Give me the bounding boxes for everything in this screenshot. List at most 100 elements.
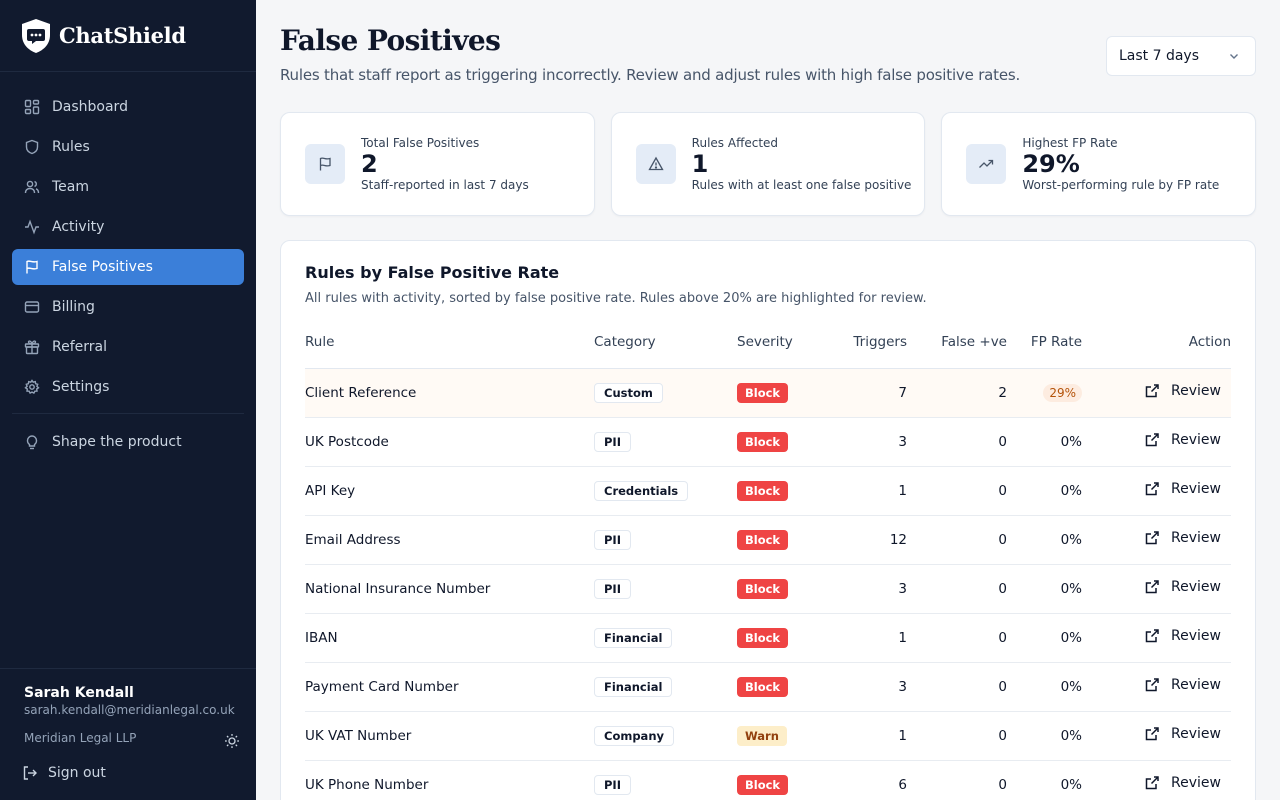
- review-button[interactable]: Review: [1144, 726, 1231, 742]
- external-link-icon: [1145, 628, 1159, 642]
- date-range-value: Last 7 days: [1119, 48, 1200, 64]
- date-range-select[interactable]: Last 7 days: [1106, 36, 1256, 76]
- column-header-severity[interactable]: Severity: [737, 332, 827, 369]
- stats-row: Total False Positives 2 Staff-reported i…: [280, 112, 1257, 216]
- column-header-triggers[interactable]: Triggers: [827, 332, 907, 369]
- category-badge: PII: [594, 431, 631, 452]
- category-badge: PII: [594, 578, 631, 599]
- external-link-icon: [1145, 481, 1159, 495]
- review-button[interactable]: Review: [1144, 432, 1231, 448]
- false-positive-count: 0: [907, 613, 1007, 663]
- flag-icon: [319, 157, 331, 171]
- review-label: Review: [1171, 480, 1221, 497]
- severity-badge: Block: [737, 382, 789, 403]
- sidebar-item-dashboard[interactable]: Dashboard: [12, 89, 244, 125]
- review-label: Review: [1171, 676, 1221, 693]
- trending-up-icon: [979, 159, 994, 168]
- rule-name: UK VAT Number: [305, 711, 594, 761]
- sign-out-button[interactable]: Sign out: [22, 765, 232, 781]
- triggers-count: 12: [827, 515, 907, 565]
- table-row: UK Postcode PII Block 3 0 0% Review: [305, 417, 1231, 467]
- fp-rate: 0%: [1007, 662, 1082, 712]
- brand-name: ChatShield: [59, 23, 186, 48]
- column-header-rule[interactable]: Rule: [305, 332, 594, 369]
- table-row: Email Address PII Block 12 0 0% Review: [305, 515, 1231, 565]
- severity-badge: Block: [737, 480, 789, 501]
- category-badge: PII: [594, 774, 631, 795]
- external-link-icon: [1145, 677, 1159, 691]
- sun-icon[interactable]: [224, 733, 240, 749]
- user-panel: Sarah Kendall sarah.kendall@meridianlega…: [0, 668, 256, 800]
- review-label: Review: [1171, 627, 1221, 644]
- sidebar-item-settings[interactable]: Settings: [12, 369, 244, 405]
- sidebar-item-activity[interactable]: Activity: [12, 209, 244, 245]
- triggers-count: 6: [827, 760, 907, 800]
- stat-desc: Worst-performing rule by FP rate: [1022, 178, 1220, 192]
- sidebar-item-false-positives[interactable]: False Positives: [12, 249, 244, 285]
- gift-icon: [24, 340, 40, 355]
- review-label: Review: [1171, 774, 1221, 791]
- severity-badge: Warn: [737, 725, 787, 746]
- triggers-count: 3: [827, 564, 907, 614]
- review-button[interactable]: Review: [1144, 775, 1231, 791]
- review-button[interactable]: Review: [1144, 677, 1231, 693]
- page-subtitle: Rules that staff report as triggering in…: [280, 66, 1021, 84]
- sidebar-item-label: Team: [52, 179, 90, 195]
- sidebar-item-team[interactable]: Team: [12, 169, 244, 205]
- rule-name: Email Address: [305, 515, 594, 565]
- sidebar-item-label: Rules: [52, 139, 90, 155]
- sidebar-item-billing[interactable]: Billing: [12, 289, 244, 325]
- fp-rate: 0%: [1007, 613, 1082, 663]
- sidebar-item-rules[interactable]: Rules: [12, 129, 244, 165]
- nav-divider: [12, 413, 244, 414]
- sidebar-item-shape-the-product[interactable]: Shape the product: [12, 424, 244, 460]
- table-subtitle: All rules with activity, sorted by false…: [305, 291, 927, 306]
- table-row: Payment Card Number Financial Block 3 0 …: [305, 662, 1231, 712]
- false-positive-count: 0: [907, 662, 1007, 712]
- activity-icon: [25, 219, 39, 235]
- column-header-false-positives[interactable]: False +ve: [907, 332, 1007, 369]
- false-positive-count: 0: [907, 711, 1007, 761]
- category-badge: Custom: [594, 382, 663, 403]
- review-button[interactable]: Review: [1144, 579, 1231, 595]
- column-header-action: Action: [1082, 332, 1231, 369]
- brand[interactable]: ChatShield: [0, 0, 256, 72]
- user-org: Meridian Legal LLP: [24, 731, 137, 745]
- category-badge: Company: [594, 725, 674, 746]
- fp-rate: 0%: [1007, 417, 1082, 467]
- review-button[interactable]: Review: [1144, 481, 1231, 497]
- review-button[interactable]: Review: [1144, 383, 1231, 399]
- table-row: IBAN Financial Block 1 0 0% Review: [305, 613, 1231, 663]
- alert-triangle-icon: [648, 156, 664, 171]
- table-row: National Insurance Number PII Block 3 0 …: [305, 564, 1231, 614]
- sidebar: ChatShield Dashboard Rules Team Activity…: [0, 0, 256, 800]
- severity-badge: Block: [737, 774, 789, 795]
- fp-rate: 0%: [1007, 515, 1082, 565]
- table-row: UK Phone Number PII Block 6 0 0% Review: [305, 760, 1231, 800]
- stat-value: 2: [361, 150, 378, 178]
- false-positive-count: 2: [907, 368, 1007, 418]
- review-label: Review: [1171, 529, 1221, 546]
- false-positive-count: 0: [907, 466, 1007, 516]
- column-header-category[interactable]: Category: [594, 332, 737, 369]
- triggers-count: 3: [827, 662, 907, 712]
- severity-badge: Block: [737, 627, 789, 648]
- rule-name: UK Postcode: [305, 417, 594, 467]
- sidebar-item-label: False Positives: [52, 259, 153, 275]
- column-header-fp-rate[interactable]: FP Rate: [1007, 332, 1082, 369]
- rule-name: Payment Card Number: [305, 662, 594, 712]
- review-label: Review: [1171, 725, 1221, 742]
- external-link-icon: [1145, 432, 1159, 446]
- sidebar-item-label: Shape the product: [52, 434, 182, 450]
- review-button[interactable]: Review: [1144, 628, 1231, 644]
- review-button[interactable]: Review: [1144, 530, 1231, 546]
- user-email: sarah.kendall@meridianlegal.co.uk: [24, 703, 235, 717]
- rule-name: Client Reference: [305, 368, 594, 418]
- stat-icon-box: [966, 144, 1007, 184]
- external-link-icon: [1145, 579, 1159, 593]
- sidebar-item-referral[interactable]: Referral: [12, 329, 244, 365]
- false-positive-count: 0: [907, 417, 1007, 467]
- external-link-icon: [1145, 726, 1159, 740]
- fp-rate: 0%: [1007, 564, 1082, 614]
- flag-icon: [26, 260, 38, 274]
